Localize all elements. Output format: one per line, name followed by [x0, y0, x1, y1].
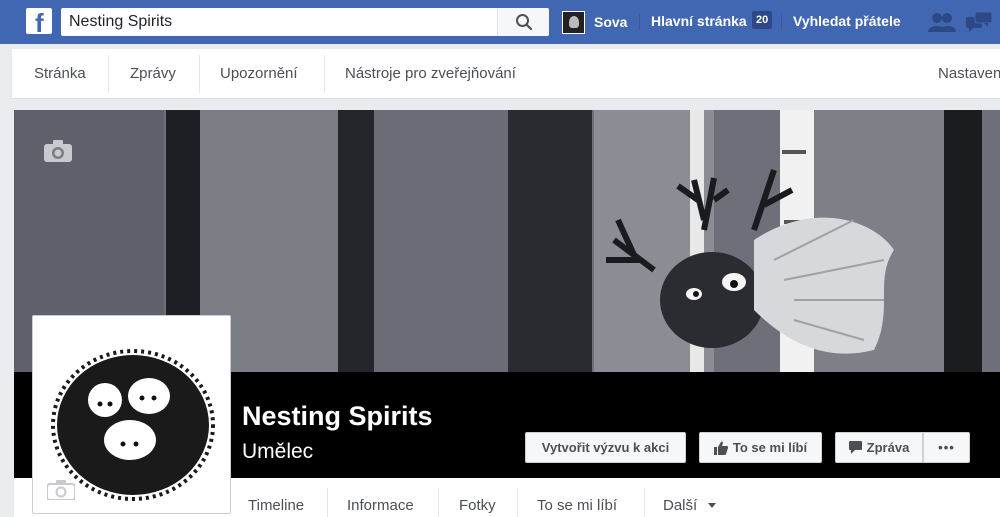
- user-name: Sova: [594, 14, 628, 30]
- tab-timeline[interactable]: Timeline: [248, 497, 304, 514]
- page-category[interactable]: Umělec: [242, 440, 313, 464]
- home-link[interactable]: Hlavní stránka: [651, 13, 747, 29]
- message-icon: [848, 441, 862, 454]
- friend-requests-icon[interactable]: [928, 11, 956, 38]
- message-button[interactable]: Zpráva: [835, 432, 923, 463]
- messages-icon[interactable]: [966, 11, 993, 38]
- home-badge: 20: [752, 11, 773, 29]
- page-header: Nesting Spirits Umělec Vytvořit výzvu k …: [14, 110, 1000, 517]
- profile-picture[interactable]: [32, 315, 231, 514]
- divider: [781, 14, 782, 30]
- divider: [644, 488, 645, 517]
- camera-icon[interactable]: [44, 140, 72, 167]
- top-bar: f Sova Hlavní stránka 20 Vyhledat přátel…: [0, 0, 1000, 44]
- tab-about[interactable]: Informace: [347, 497, 414, 514]
- avatar: [562, 10, 585, 34]
- button-label: Zpráva: [866, 440, 910, 455]
- profile-illustration: [37, 320, 226, 509]
- button-label: Vytvořit výzvu k akci: [541, 440, 670, 455]
- search-button[interactable]: [497, 8, 549, 36]
- divider: [639, 14, 640, 30]
- more-options-button[interactable]: •••: [923, 432, 970, 463]
- tab-page[interactable]: Stránka: [34, 65, 86, 82]
- tab-publishing-tools[interactable]: Nástroje pro zveřejňování: [345, 65, 516, 82]
- find-friends-link[interactable]: Vyhledat přátele: [793, 13, 901, 29]
- divider: [324, 55, 325, 93]
- create-call-to-action-button[interactable]: Vytvořit výzvu k akci: [525, 432, 686, 463]
- tab-likes[interactable]: To se mi líbí: [537, 497, 617, 514]
- button-label: To se mi líbí: [732, 440, 808, 455]
- tab-more-label: Další: [663, 497, 698, 514]
- divider: [517, 488, 518, 517]
- like-button[interactable]: To se mi líbí: [699, 432, 822, 463]
- page-management-nav: Stránka Zprávy Upozornění Nástroje pro z…: [12, 49, 1000, 99]
- search-icon: [515, 14, 532, 31]
- search-input[interactable]: [61, 8, 497, 36]
- camera-icon[interactable]: [46, 480, 76, 505]
- thumbs-up-icon: [713, 441, 728, 455]
- button-label: •••: [938, 440, 955, 455]
- divider: [108, 55, 109, 93]
- page-title: Nesting Spirits: [242, 401, 433, 431]
- search-box: [61, 8, 549, 36]
- dropdown-arrow-icon: [708, 503, 717, 509]
- facebook-logo-icon[interactable]: f: [26, 8, 52, 37]
- divider: [438, 488, 439, 517]
- tab-more[interactable]: Další: [663, 497, 717, 514]
- tab-messages[interactable]: Zprávy: [130, 65, 176, 82]
- divider: [327, 488, 328, 517]
- divider: [199, 55, 200, 93]
- tab-photos[interactable]: Fotky: [459, 497, 496, 514]
- tab-notifications[interactable]: Upozornění: [220, 65, 298, 82]
- tab-settings[interactable]: Nastavení: [938, 65, 1000, 82]
- user-profile-link[interactable]: Sova: [562, 10, 627, 34]
